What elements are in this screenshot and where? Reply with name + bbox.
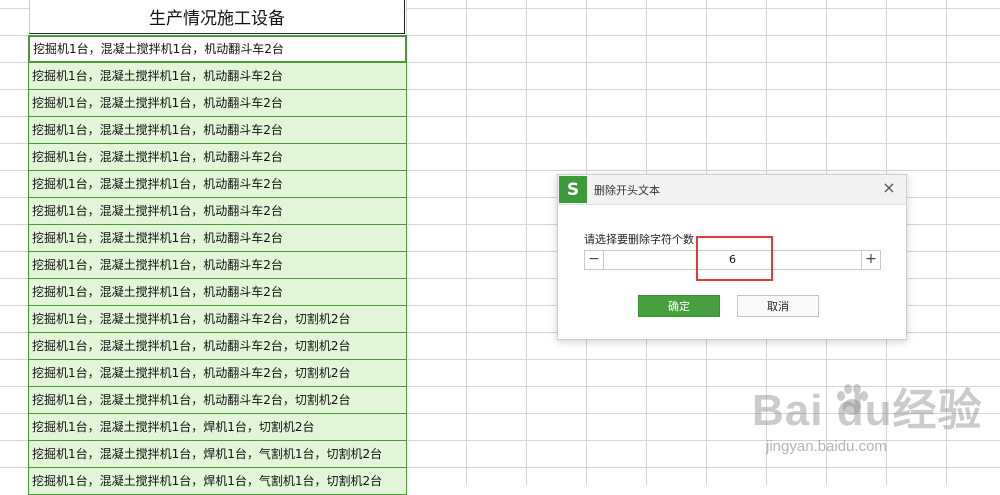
table-row[interactable]: 挖掘机1台，混凝土搅拌机1台，焊机1台，切割机2台	[28, 414, 407, 441]
character-count-stepper[interactable]: − 6 +	[584, 250, 881, 270]
dialog-title: 删除开头文本	[594, 184, 660, 197]
table-row[interactable]: 挖掘机1台，混凝土搅拌机1台，机动翻斗车2台，切割机2台	[28, 387, 407, 414]
table-row[interactable]: 挖掘机1台，混凝土搅拌机1台，机动翻斗车2台	[28, 144, 407, 171]
left-column-cells[interactable]	[0, 0, 29, 485]
table-row[interactable]: 挖掘机1台，混凝土搅拌机1台，机动翻斗车2台	[28, 90, 407, 117]
close-icon[interactable]: ×	[880, 179, 898, 197]
table-row[interactable]: 挖掘机1台，混凝土搅拌机1台，机动翻斗车2台	[28, 63, 407, 90]
column-header-cell[interactable]: 生产情况施工设备	[29, 0, 405, 34]
table-row[interactable]: 挖掘机1台，混凝土搅拌机1台，机动翻斗车2台	[28, 117, 407, 144]
selected-cell-range[interactable]: 挖掘机1台，混凝土搅拌机1台，机动翻斗车2台 挖掘机1台，混凝土搅拌机1台，机动翻…	[28, 35, 407, 495]
table-row[interactable]: 挖掘机1台，混凝土搅拌机1台，机动翻斗车2台	[28, 252, 407, 279]
table-row[interactable]: 挖掘机1台，混凝土搅拌机1台，焊机1台，气割机1台，切割机2台	[28, 468, 407, 495]
table-row[interactable]: 挖掘机1台，混凝土搅拌机1台，机动翻斗车2台，切割机2台	[28, 360, 407, 387]
table-row[interactable]: 挖掘机1台，混凝土搅拌机1台，焊机1台，气割机1台，切割机2台	[28, 441, 407, 468]
equipment-column: 生产情况施工设备 挖掘机1台，混凝土搅拌机1台，机动翻斗车2台 挖掘机1台，混凝土…	[0, 0, 407, 495]
table-row[interactable]: 挖掘机1台，混凝土搅拌机1台，机动翻斗车2台	[28, 198, 407, 225]
table-row[interactable]: 挖掘机1台，混凝土搅拌机1台，机动翻斗车2台	[28, 225, 407, 252]
active-cell[interactable]: 挖掘机1台，混凝土搅拌机1台，机动翻斗车2台	[28, 35, 407, 63]
cancel-button[interactable]: 取消	[737, 295, 819, 317]
table-row[interactable]: 挖掘机1台，混凝土搅拌机1台，机动翻斗车2台	[28, 279, 407, 306]
dialog-title-bar[interactable]: S 删除开头文本 ×	[558, 175, 906, 205]
character-count-label: 请选择要删除字符个数	[584, 233, 694, 246]
delete-leading-text-dialog: S 删除开头文本 × 请选择要删除字符个数 − 6 + 确定 取消	[557, 174, 907, 340]
character-count-input[interactable]: 6	[604, 251, 861, 269]
table-row[interactable]: 挖掘机1台，混凝土搅拌机1台，机动翻斗车2台，切割机2台	[28, 333, 407, 360]
table-row[interactable]: 挖掘机1台，混凝土搅拌机1台，机动翻斗车2台	[28, 171, 407, 198]
ok-button[interactable]: 确定	[638, 295, 720, 317]
increment-button[interactable]: +	[861, 251, 880, 269]
decrement-button[interactable]: −	[585, 251, 604, 269]
table-row[interactable]: 挖掘机1台，混凝土搅拌机1台，机动翻斗车2台，切割机2台	[28, 306, 407, 333]
wps-logo-icon: S	[559, 176, 587, 203]
